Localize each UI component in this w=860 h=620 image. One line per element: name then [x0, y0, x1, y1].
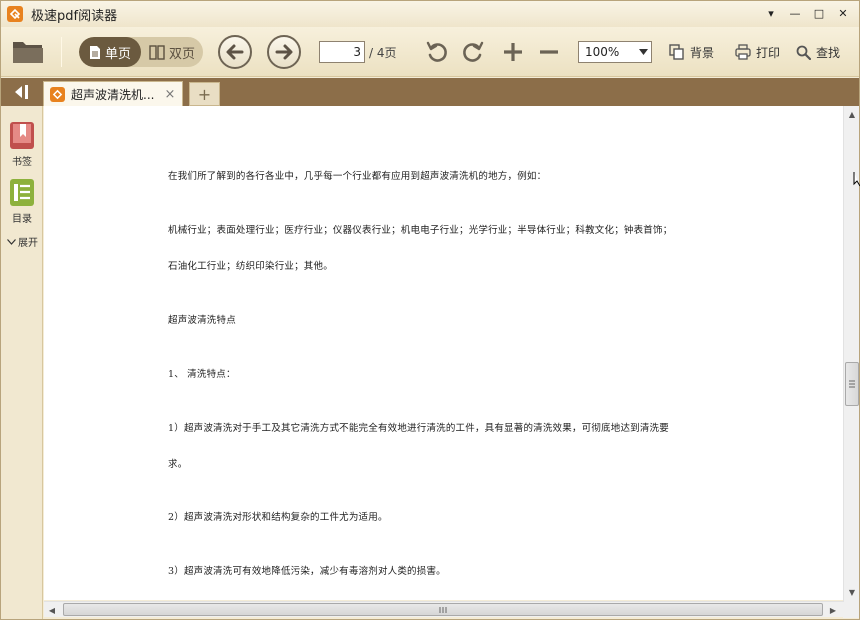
minimize-button[interactable]: —	[783, 4, 807, 22]
background-label: 背景	[690, 45, 715, 60]
printer-icon	[735, 44, 751, 60]
zoom-value: 100%	[585, 45, 620, 59]
expand-button[interactable]: 展开	[7, 234, 38, 249]
page-mode-toggle: 单页 双页	[79, 37, 203, 67]
menu-dropdown-button[interactable]: ▾	[759, 4, 783, 22]
window-controls: ▾ — □ ✕	[759, 4, 855, 22]
scroll-right-arrow-icon[interactable]: ▶	[825, 603, 841, 617]
window-title: 极速pdf阅读器	[31, 8, 118, 24]
background-button[interactable]: 背景	[669, 41, 714, 63]
chevron-down-icon	[7, 238, 16, 245]
document-line: 2）超声波清洗对形状和结构复杂的工件尤为适用。	[168, 512, 388, 523]
document-line: 1、 清洗特点：	[168, 369, 236, 380]
document-line: 3）超声波清洗可有效地降低污染，减少有毒溶剂对人类的损害。	[168, 566, 446, 577]
side-panel: 书签 目录 展开	[1, 106, 43, 619]
mouse-cursor-icon	[853, 172, 860, 187]
toolbar-separator	[61, 37, 62, 67]
scroll-left-arrow-icon[interactable]: ◀	[44, 603, 60, 617]
scroll-up-arrow-icon[interactable]: ▲	[845, 106, 859, 122]
bookmark-button[interactable]: 书签	[1, 121, 43, 168]
zoom-out-button[interactable]	[535, 39, 563, 65]
grip-icon	[849, 380, 855, 388]
search-icon	[796, 45, 811, 60]
folder-icon	[13, 42, 43, 63]
zoom-in-button[interactable]	[499, 39, 527, 65]
toolbar: 单页 双页 / 4页	[1, 27, 859, 77]
grip-icon	[439, 606, 447, 613]
maximize-button[interactable]: □	[807, 4, 831, 22]
next-page-button[interactable]	[267, 35, 301, 69]
open-file-button[interactable]	[11, 35, 47, 67]
print-button[interactable]: 打印	[735, 41, 780, 63]
plus-icon	[504, 43, 522, 61]
new-tab-button[interactable]: +	[189, 82, 220, 106]
minus-icon	[540, 50, 558, 54]
tab-label: 超声波清洗机...	[71, 87, 155, 102]
app-logo-icon	[7, 6, 23, 22]
background-icon	[669, 44, 685, 60]
bookmark-icon	[10, 122, 34, 149]
title-bar: 极速pdf阅读器 ▾ — □ ✕	[1, 1, 859, 27]
previous-page-button[interactable]	[218, 35, 252, 69]
document-line: 1）超声波清洗对于手工及其它清洗方式不能完全有效地进行清洗的工件，具有显著的清洗…	[168, 423, 669, 434]
zoom-select[interactable]: 100%	[578, 41, 652, 63]
arrow-right-icon	[275, 44, 293, 60]
scroll-down-arrow-icon[interactable]: ▼	[845, 584, 859, 600]
document-viewport[interactable]: 在我们所了解到的各行各业中，几乎每一个行业都有应用到超声波清洗机的地方，例如： …	[44, 106, 843, 600]
rotate-left-button[interactable]	[423, 39, 451, 65]
find-label: 查找	[816, 45, 841, 60]
document-line: 超声波清洗特点	[168, 315, 236, 326]
double-page-icon	[149, 44, 165, 60]
close-button[interactable]: ✕	[831, 4, 855, 22]
table-of-contents-icon	[10, 179, 34, 206]
print-label: 打印	[756, 45, 781, 60]
pdf-file-icon	[50, 86, 65, 102]
horizontal-scroll-thumb[interactable]	[63, 603, 823, 616]
tab-close-icon[interactable]: ×	[162, 87, 178, 102]
chevron-down-icon	[635, 49, 651, 55]
document-line: 求。	[168, 459, 188, 470]
app-window: 极速pdf阅读器 ▾ — □ ✕ 单页 双页 3 / 4页 100% 背景 打印…	[0, 0, 860, 620]
collapse-left-icon	[15, 85, 28, 99]
page-number-input[interactable]	[319, 41, 365, 63]
double-page-button[interactable]: 双页	[141, 37, 203, 67]
bookmark-label: 书签	[12, 157, 32, 168]
single-page-button[interactable]: 单页	[79, 37, 141, 67]
find-button[interactable]: 查找	[796, 41, 840, 63]
horizontal-scrollbar[interactable]: ◀ ▶	[44, 601, 843, 617]
single-page-icon	[89, 45, 101, 60]
double-page-label: 双页	[168, 46, 195, 62]
single-page-label: 单页	[104, 46, 131, 62]
document-tab[interactable]: 超声波清洗机... ×	[43, 81, 183, 106]
vertical-scroll-thumb[interactable]	[845, 362, 859, 406]
document-line: 石油化工行业；纺织印染行业；其他。	[168, 261, 333, 272]
expand-label: 展开	[18, 238, 38, 249]
arrow-left-icon	[226, 44, 244, 60]
total-pages: / 4页	[369, 46, 397, 60]
tab-strip: 超声波清洗机... × +	[1, 78, 859, 106]
scrollbar-corner	[843, 602, 859, 618]
collapse-sidebar-button[interactable]	[1, 78, 41, 106]
rotate-left-icon	[426, 41, 447, 62]
toc-button[interactable]: 目录	[1, 178, 43, 225]
rotate-right-icon	[463, 41, 484, 62]
toc-label: 目录	[12, 214, 32, 225]
document-line: 机械行业；表面处理行业；医疗行业；仪器仪表行业；机电电子行业；光学行业；半导体行…	[168, 225, 673, 236]
rotate-right-button[interactable]	[459, 39, 487, 65]
document-line: 在我们所了解到的各行各业中，几乎每一个行业都有应用到超声波清洗机的地方，例如：	[168, 171, 547, 182]
